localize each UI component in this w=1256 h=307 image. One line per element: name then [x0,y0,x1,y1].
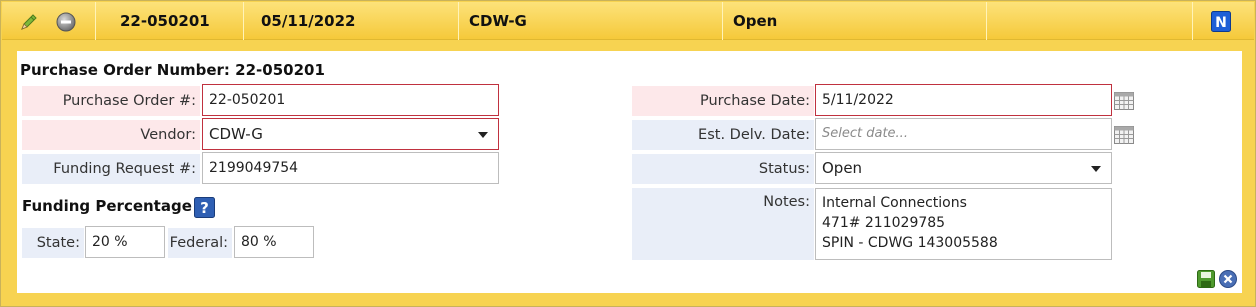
chevron-down-icon[interactable] [478,132,488,138]
calendar-icon[interactable] [1113,125,1135,145]
funding-request-label: Funding Request #: [22,154,200,184]
svg-text:N: N [1215,15,1227,31]
header-po-number: 22-050201 [95,2,243,40]
calendar-icon[interactable] [1113,91,1135,111]
purchase-order-record: 22-050201 05/11/2022 CDW-G Open N Purcha… [0,0,1256,307]
status-select-value: Open [822,159,863,177]
close-icon[interactable] [1219,270,1237,288]
minus-circle-icon[interactable] [56,12,76,32]
notes-label: Notes: [632,188,814,260]
header-empty-cell [986,2,1192,40]
notes-line: Internal Connections [822,195,967,211]
help-icon[interactable]: ? [194,197,215,218]
delivery-date-label: Est. Delv. Date: [632,120,814,150]
form-title: Purchase Order Number: 22-050201 [20,61,325,79]
notes-line: SPIN - CDWG 143005588 [822,235,998,251]
delivery-date-input[interactable]: Select date... [815,118,1112,150]
vendor-label: Vendor: [22,120,200,150]
purchase-date-label: Purchase Date: [632,86,814,116]
notes-label-text: Notes: [763,194,810,210]
state-label: State: [22,228,84,258]
notes-line: 471# 211029785 [822,215,946,231]
status-label: Status: [632,154,814,184]
header-status: Open [722,2,986,40]
svg-text:?: ? [200,199,209,217]
header-vendor: CDW-G [458,2,722,40]
funding-request-input[interactable]: 2199049754 [202,152,499,184]
federal-label: Federal: [168,228,232,258]
header-date: 05/11/2022 [243,2,458,40]
save-icon[interactable] [1197,270,1215,288]
po-number-label: Purchase Order #: [22,86,200,116]
edit-form-panel: Purchase Order Number: 22-050201 Purchas… [17,51,1242,293]
record-header-row[interactable]: 22-050201 05/11/2022 CDW-G Open N [2,2,1254,40]
funding-percentage-title: Funding Percentage [22,197,192,215]
vendor-select-value: CDW-G [209,125,263,143]
vendor-select[interactable]: CDW-G [202,118,499,150]
state-percent-input[interactable]: 20 % [85,226,165,258]
federal-percent-input[interactable]: 80 % [234,226,314,258]
status-select[interactable]: Open [815,152,1112,184]
notes-textarea[interactable]: Internal Connections 471# 211029785 SPIN… [815,188,1112,260]
chevron-down-icon[interactable] [1091,166,1101,172]
n-badge-icon[interactable]: N [1211,11,1231,32]
purchase-date-input[interactable]: 5/11/2022 [815,84,1112,116]
pencil-icon[interactable] [19,12,39,32]
po-number-input[interactable]: 22-050201 [202,84,499,116]
